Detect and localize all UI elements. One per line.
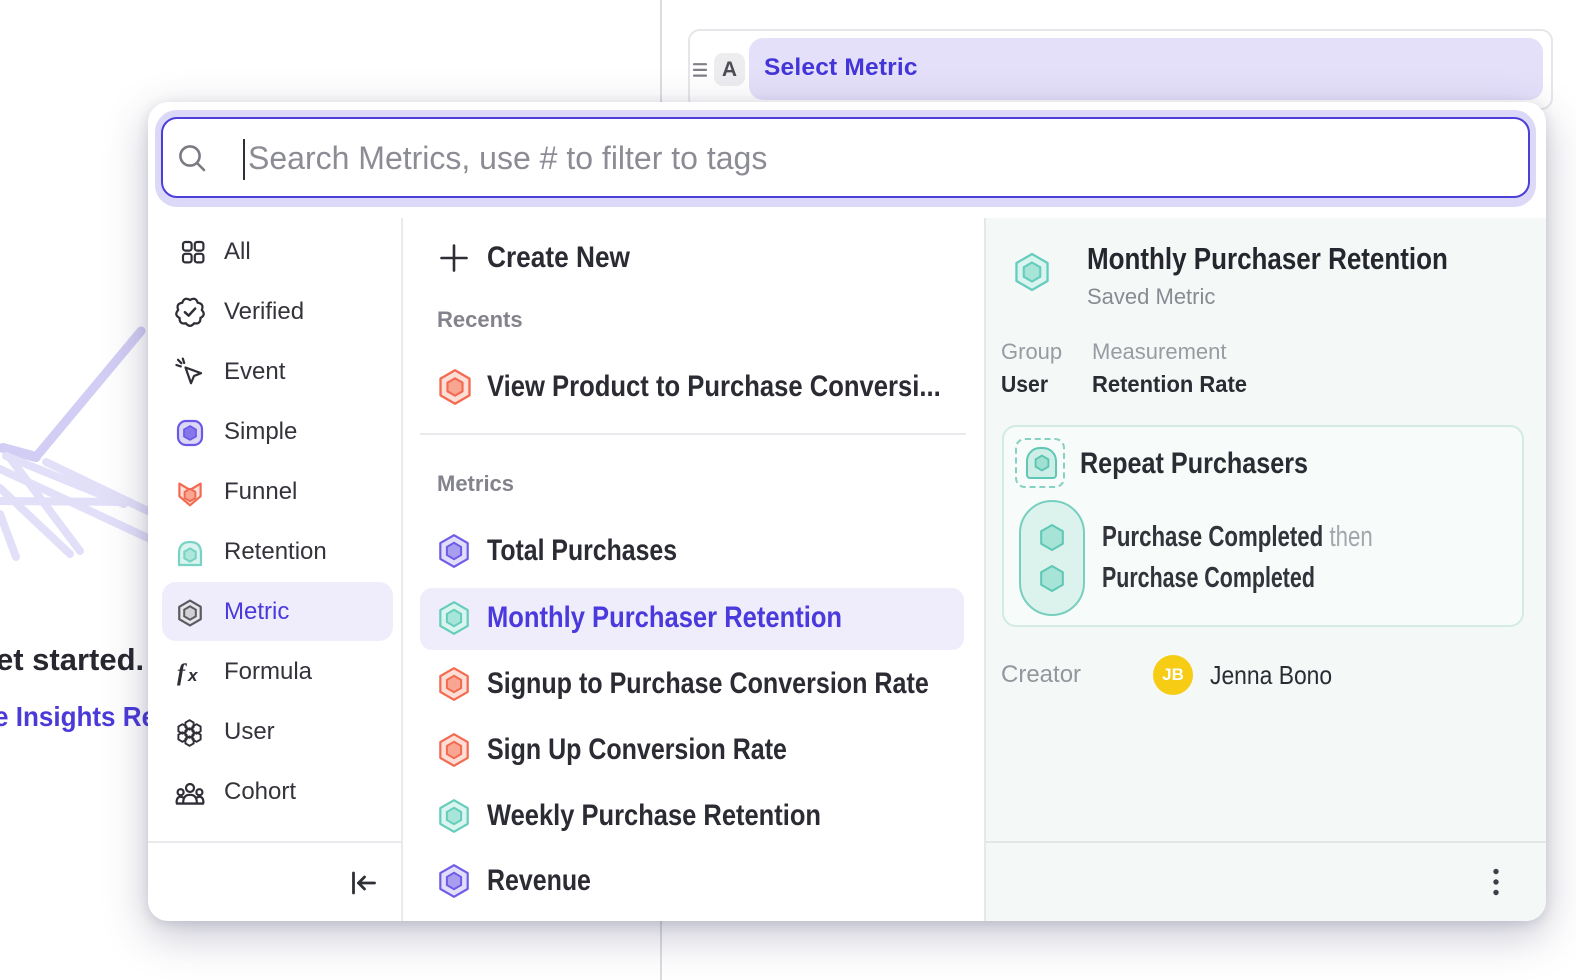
svg-text:x: x xyxy=(187,666,199,685)
svg-text:f: f xyxy=(177,661,187,687)
